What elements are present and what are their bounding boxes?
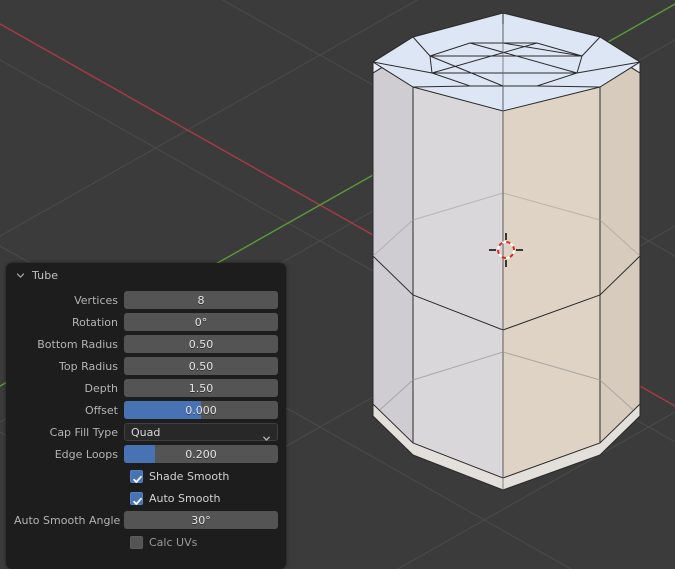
panel-header[interactable]: Tube xyxy=(6,263,286,287)
chevron-down-icon xyxy=(262,428,271,441)
bottom-radius-input[interactable]: 0.50 xyxy=(124,335,278,353)
auto-smooth-angle-value: 30° xyxy=(191,513,211,527)
edge-loops-value: 0.200 xyxy=(185,447,217,461)
auto-smooth-label: Auto Smooth xyxy=(149,491,221,505)
checkbox-row-shade-smooth[interactable]: Shade Smooth xyxy=(14,467,278,485)
slider-fill xyxy=(124,445,155,463)
field-row-rotation: Rotation 0° xyxy=(14,313,278,331)
top-radius-input[interactable]: 0.50 xyxy=(124,357,278,375)
field-row-depth: Depth 1.50 xyxy=(14,379,278,397)
top-radius-value: 0.50 xyxy=(188,359,214,373)
field-row-offset: Offset 0.000 xyxy=(14,401,278,419)
check-icon xyxy=(131,471,144,490)
checkbox-row-auto-smooth[interactable]: Auto Smooth xyxy=(14,489,278,507)
cap-fill-type-value: Quad xyxy=(131,425,161,439)
label-depth: Depth xyxy=(84,381,118,395)
label-rotation: Rotation xyxy=(71,315,118,329)
field-row-vertices: Vertices 8 xyxy=(14,291,278,309)
offset-value: 0.000 xyxy=(185,403,217,417)
label-offset: Offset xyxy=(84,403,118,417)
field-row-top-radius: Top Radius 0.50 xyxy=(14,357,278,375)
edge-loops-slider[interactable]: 0.200 xyxy=(124,445,278,463)
auto-smooth-angle-input[interactable]: 30° xyxy=(124,511,278,529)
checkbox-row-calc-uvs[interactable]: Calc UVs xyxy=(14,533,278,551)
shade-smooth-label: Shade Smooth xyxy=(149,469,230,483)
panel-body: Vertices 8 Rotation 0° Bottom Radius 0.5… xyxy=(6,287,286,551)
depth-value: 1.50 xyxy=(188,381,214,395)
calc-uvs-label: Calc UVs xyxy=(149,535,198,549)
label-auto-smooth-angle: Auto Smooth Angle xyxy=(14,513,121,527)
rotation-value: 0° xyxy=(194,315,208,329)
cap-fill-type-dropdown[interactable]: Quad xyxy=(124,423,278,441)
tube-face-left-sliver xyxy=(372,47,414,457)
chevron-down-icon[interactable] xyxy=(16,271,25,280)
label-bottom-radius: Bottom Radius xyxy=(37,337,118,351)
vertices-input[interactable]: 8 xyxy=(124,291,278,309)
label-top-radius: Top Radius xyxy=(59,359,118,373)
shade-smooth-checkbox[interactable] xyxy=(130,469,143,483)
field-row-bottom-radius: Bottom Radius 0.50 xyxy=(14,335,278,353)
label-edge-loops: Edge Loops xyxy=(54,447,118,461)
field-row-edge-loops: Edge Loops 0.200 xyxy=(14,445,278,463)
rotation-input[interactable]: 0° xyxy=(124,313,278,331)
label-cap-fill-type: Cap Fill Type xyxy=(49,425,118,439)
bottom-radius-value: 0.50 xyxy=(188,337,214,351)
auto-smooth-checkbox[interactable] xyxy=(130,491,143,505)
operator-adjust-last-panel[interactable]: Tube Vertices 8 Rotation 0° Bottom Radiu… xyxy=(6,263,286,569)
depth-input[interactable]: 1.50 xyxy=(124,379,278,397)
calc-uvs-checkbox[interactable] xyxy=(130,535,143,549)
tube-face-right-sliver xyxy=(599,47,641,457)
vertices-value: 8 xyxy=(197,293,205,307)
offset-slider[interactable]: 0.000 xyxy=(124,401,278,419)
check-icon xyxy=(131,493,144,512)
field-row-cap-fill-type: Cap Fill Type Quad xyxy=(14,423,278,441)
field-row-auto-smooth-angle: Auto Smooth Angle 30° xyxy=(14,511,278,529)
tube-object[interactable] xyxy=(372,12,641,491)
panel-title: Tube xyxy=(32,268,59,282)
label-vertices: Vertices xyxy=(74,293,118,307)
